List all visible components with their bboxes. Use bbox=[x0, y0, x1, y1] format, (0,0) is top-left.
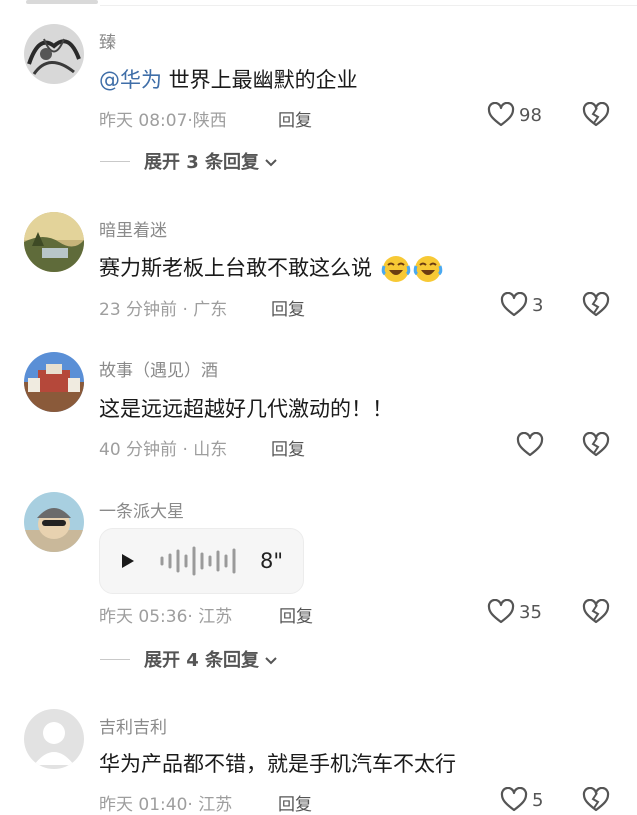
username[interactable]: 吉利吉利 bbox=[99, 713, 167, 738]
laughing-crying-emoji bbox=[413, 254, 443, 284]
comment-text: 这是远远超越好几代激动的！！ bbox=[99, 397, 393, 421]
comment-text: @华为 世界上最幽默的企业 bbox=[99, 64, 358, 94]
reply-button[interactable]: 回复 bbox=[271, 435, 305, 460]
chevron-down-icon bbox=[265, 151, 277, 172]
heart-outline-icon bbox=[500, 787, 528, 813]
like-button[interactable] bbox=[516, 432, 548, 458]
voice-duration: 8" bbox=[260, 549, 284, 573]
like-button[interactable]: 5 bbox=[500, 787, 543, 813]
comment-meta: 40 分钟前 · 山东 bbox=[99, 440, 228, 460]
broken-heart-icon bbox=[582, 292, 610, 318]
avatar[interactable] bbox=[24, 212, 84, 272]
comment-meta: 昨天 08:07·陕西 bbox=[99, 111, 227, 131]
top-divider bbox=[26, 0, 98, 4]
username[interactable]: 臻 bbox=[99, 28, 116, 53]
broken-heart-icon bbox=[582, 432, 610, 458]
like-count: 98 bbox=[519, 104, 542, 126]
reply-button[interactable]: 回复 bbox=[278, 790, 312, 815]
expand-dash bbox=[100, 658, 130, 660]
avatar[interactable] bbox=[24, 492, 84, 552]
like-button[interactable]: 98 bbox=[487, 102, 542, 128]
reply-button[interactable]: 回复 bbox=[271, 295, 305, 320]
avatar[interactable] bbox=[24, 24, 84, 84]
heart-outline-icon bbox=[500, 292, 528, 318]
broken-heart-icon bbox=[582, 599, 610, 625]
like-count: 35 bbox=[519, 601, 542, 623]
chevron-down-icon bbox=[265, 649, 277, 670]
top-divider-line bbox=[100, 5, 637, 6]
expand-label: 展开 4 条回复 bbox=[144, 650, 260, 671]
play-icon[interactable] bbox=[120, 553, 136, 573]
comment-text: 赛力斯老板上台敢不敢这么说 bbox=[99, 252, 443, 284]
dislike-button[interactable] bbox=[582, 102, 610, 128]
heart-outline-icon bbox=[487, 599, 515, 625]
username[interactable]: 故事（遇见）酒 bbox=[99, 356, 218, 381]
comment-meta: 昨天 05:36· 江苏 bbox=[99, 607, 233, 627]
heart-outline-icon bbox=[516, 432, 544, 458]
expand-replies-button[interactable]: 展开 4 条回复 bbox=[100, 646, 277, 672]
username[interactable]: 一条派大星 bbox=[99, 497, 184, 522]
laughing-crying-emoji bbox=[381, 254, 411, 284]
like-button[interactable]: 35 bbox=[487, 599, 542, 625]
username[interactable]: 暗里着迷 bbox=[99, 216, 167, 241]
comment-body: 世界上最幽默的企业 bbox=[162, 68, 358, 92]
heart-outline-icon bbox=[487, 102, 515, 128]
dislike-button[interactable] bbox=[582, 787, 610, 813]
expand-dash bbox=[100, 160, 130, 162]
dislike-button[interactable] bbox=[582, 432, 610, 458]
reply-button[interactable]: 回复 bbox=[278, 106, 312, 131]
mention-link[interactable]: @华为 bbox=[99, 68, 162, 92]
comment-meta: 昨天 01:40· 江苏 bbox=[99, 795, 233, 815]
voice-message[interactable]: 8" bbox=[99, 528, 304, 594]
comment-text: 华为产品都不错，就是手机汽车不太行 bbox=[99, 752, 456, 776]
like-button[interactable]: 3 bbox=[500, 292, 543, 318]
expand-replies-button[interactable]: 展开 3 条回复 bbox=[100, 148, 277, 174]
like-count: 3 bbox=[532, 294, 544, 316]
comment-meta: 23 分钟前 · 广东 bbox=[99, 300, 228, 320]
comment-body: 赛力斯老板上台敢不敢这么说 bbox=[99, 256, 372, 280]
dislike-button[interactable] bbox=[582, 292, 610, 318]
broken-heart-icon bbox=[582, 102, 610, 128]
dislike-button[interactable] bbox=[582, 599, 610, 625]
like-count: 5 bbox=[532, 789, 544, 811]
broken-heart-icon bbox=[582, 787, 610, 813]
avatar[interactable] bbox=[24, 352, 84, 412]
waveform-icon bbox=[158, 545, 242, 581]
expand-label: 展开 3 条回复 bbox=[144, 152, 260, 173]
avatar[interactable] bbox=[24, 709, 84, 769]
reply-button[interactable]: 回复 bbox=[279, 602, 313, 627]
